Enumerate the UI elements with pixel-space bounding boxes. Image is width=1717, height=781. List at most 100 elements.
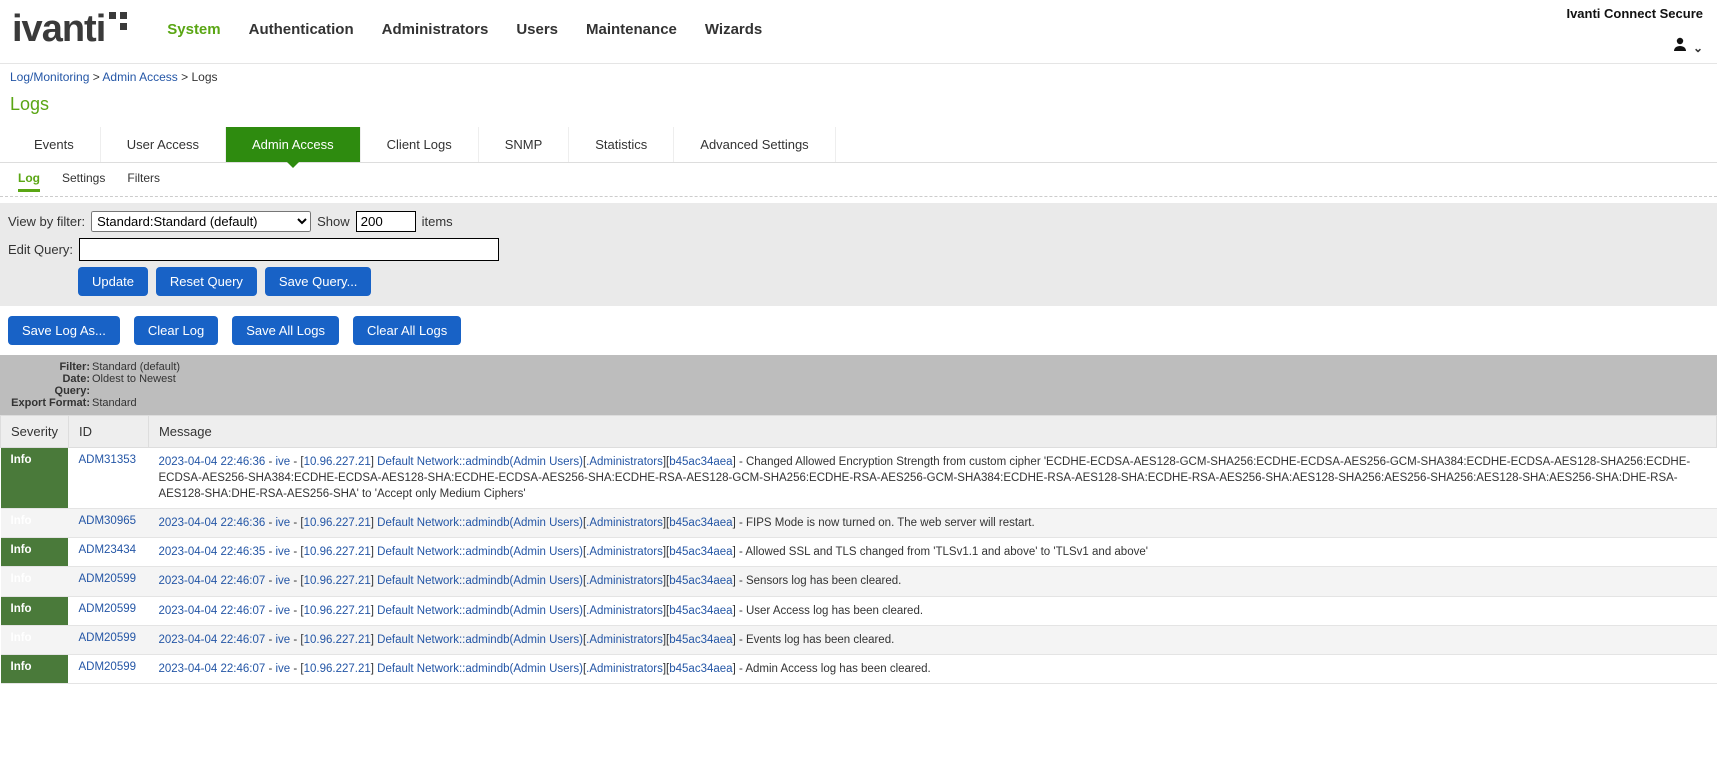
subtab-settings[interactable]: Settings xyxy=(62,171,105,192)
log-network-link[interactable]: Default Network::admindb(Admin Users) xyxy=(377,663,583,675)
log-ip-link[interactable]: 10.96.227.21 xyxy=(304,634,371,646)
log-network-link[interactable]: Default Network::admindb(Admin Users) xyxy=(377,605,583,617)
log-ip-link[interactable]: 10.96.227.21 xyxy=(304,456,371,468)
log-id-link[interactable]: ADM20599 xyxy=(78,632,136,644)
tab-admin-access[interactable]: Admin Access xyxy=(226,127,361,162)
query-input[interactable] xyxy=(79,238,499,261)
meta-date-value: Oldest to Newest xyxy=(92,373,176,385)
log-timestamp-link[interactable]: 2023-04-04 22:46:07 xyxy=(158,605,265,617)
meta-date-label: Date: xyxy=(10,373,92,385)
log-session-link[interactable]: b45ac34aea xyxy=(669,663,732,675)
log-id-link[interactable]: ADM31353 xyxy=(78,454,136,466)
log-session-link[interactable]: b45ac34aea xyxy=(669,517,732,529)
tab-snmp[interactable]: SNMP xyxy=(479,127,570,162)
log-admins-link[interactable]: .Administrators xyxy=(586,634,663,646)
topnav-item-users[interactable]: Users xyxy=(516,21,558,38)
breadcrumb-link-1[interactable]: Log/Monitoring xyxy=(10,70,89,84)
message-cell: 2023-04-04 22:46:07 - ive - [10.96.227.2… xyxy=(148,567,1716,596)
save-all-logs-button[interactable]: Save All Logs xyxy=(232,316,339,345)
filter-panel: View by filter: Standard:Standard (defau… xyxy=(0,203,1717,306)
topnav-item-wizards[interactable]: Wizards xyxy=(705,21,762,38)
meta-panel: Filter:Standard (default) Date:Oldest to… xyxy=(0,355,1717,415)
edit-query-label: Edit Query: xyxy=(8,242,73,257)
subtab-log[interactable]: Log xyxy=(18,171,40,192)
severity-cell: Info xyxy=(1,567,69,596)
breadcrumb-link-2[interactable]: Admin Access xyxy=(102,70,177,84)
log-ip-link[interactable]: 10.96.227.21 xyxy=(304,517,371,529)
table-row: InfoADM205992023-04-04 22:46:07 - ive - … xyxy=(1,625,1717,654)
filter-select[interactable]: Standard:Standard (default) xyxy=(91,211,311,232)
tab-events[interactable]: Events xyxy=(8,127,101,162)
log-ip-link[interactable]: 10.96.227.21 xyxy=(304,663,371,675)
topnav-item-administrators[interactable]: Administrators xyxy=(382,21,489,38)
log-id-link[interactable]: ADM23434 xyxy=(78,544,136,556)
log-admins-link[interactable]: .Administrators xyxy=(586,517,663,529)
log-session-link[interactable]: b45ac34aea xyxy=(669,605,732,617)
log-network-link[interactable]: Default Network::admindb(Admin Users) xyxy=(377,517,583,529)
save-query-button[interactable]: Save Query... xyxy=(265,267,372,296)
log-admins-link[interactable]: .Administrators xyxy=(586,456,663,468)
log-timestamp-link[interactable]: 2023-04-04 22:46:07 xyxy=(158,663,265,675)
log-admins-link[interactable]: .Administrators xyxy=(586,546,663,558)
log-id-link[interactable]: ADM30965 xyxy=(78,515,136,527)
message-cell: 2023-04-04 22:46:36 - ive - [10.96.227.2… xyxy=(148,448,1716,509)
log-ip-link[interactable]: 10.96.227.21 xyxy=(304,605,371,617)
log-network-link[interactable]: Default Network::admindb(Admin Users) xyxy=(377,575,583,587)
log-session-link[interactable]: b45ac34aea xyxy=(669,634,732,646)
table-row: InfoADM313532023-04-04 22:46:36 - ive - … xyxy=(1,448,1717,509)
user-menu[interactable]: ⌄ xyxy=(1672,36,1703,57)
clear-log-button[interactable]: Clear Log xyxy=(134,316,218,345)
show-items-input[interactable] xyxy=(356,211,416,232)
severity-cell: Info xyxy=(1,625,69,654)
col-id[interactable]: ID xyxy=(68,416,148,448)
log-host-link[interactable]: ive xyxy=(276,456,291,468)
log-timestamp-link[interactable]: 2023-04-04 22:46:07 xyxy=(158,634,265,646)
col-severity[interactable]: Severity xyxy=(1,416,69,448)
log-network-link[interactable]: Default Network::admindb(Admin Users) xyxy=(377,546,583,558)
log-id-link[interactable]: ADM20599 xyxy=(78,603,136,615)
log-session-link[interactable]: b45ac34aea xyxy=(669,546,732,558)
meta-filter-value: Standard (default) xyxy=(92,361,180,373)
topnav-item-authentication[interactable]: Authentication xyxy=(249,21,354,38)
log-timestamp-link[interactable]: 2023-04-04 22:46:35 xyxy=(158,546,265,558)
log-ip-link[interactable]: 10.96.227.21 xyxy=(304,575,371,587)
log-host-link[interactable]: ive xyxy=(276,663,291,675)
log-admins-link[interactable]: .Administrators xyxy=(586,663,663,675)
log-host-link[interactable]: ive xyxy=(276,546,291,558)
message-cell: 2023-04-04 22:46:36 - ive - [10.96.227.2… xyxy=(148,509,1716,538)
col-message[interactable]: Message xyxy=(148,416,1716,448)
log-id-link[interactable]: ADM20599 xyxy=(78,661,136,673)
log-timestamp-link[interactable]: 2023-04-04 22:46:07 xyxy=(158,575,265,587)
tab-advanced-settings[interactable]: Advanced Settings xyxy=(674,127,835,162)
update-button[interactable]: Update xyxy=(78,267,148,296)
table-row: Info ADM20599 2023-04-04 22:46:07 - ive - … xyxy=(1,567,1717,596)
log-host-link[interactable]: ive xyxy=(276,575,291,587)
log-network-link[interactable]: Default Network::admindb(Admin Users) xyxy=(377,634,583,646)
topnav-item-system[interactable]: System xyxy=(167,21,220,38)
log-timestamp-link[interactable]: 2023-04-04 22:46:36 xyxy=(158,456,265,468)
breadcrumb: Log/Monitoring > Admin Access > Logs xyxy=(0,64,1717,90)
log-host-link[interactable]: ive xyxy=(276,517,291,529)
log-admins-link[interactable]: .Administrators xyxy=(586,605,663,617)
id-cell: ADM20599 xyxy=(68,654,148,683)
log-host-link[interactable]: ive xyxy=(276,634,291,646)
tab-client-logs[interactable]: Client Logs xyxy=(361,127,479,162)
tab-user-access[interactable]: User Access xyxy=(101,127,226,162)
clear-all-logs-button[interactable]: Clear All Logs xyxy=(353,316,461,345)
severity-cell: Info xyxy=(1,596,69,625)
log-ip-link[interactable]: 10.96.227.21 xyxy=(304,546,371,558)
id-cell: ADM20599 xyxy=(68,596,148,625)
log-timestamp-link[interactable]: 2023-04-04 22:46:36 xyxy=(158,517,265,529)
severity-cell: Info xyxy=(1,538,69,567)
subtab-filters[interactable]: Filters xyxy=(127,171,160,192)
log-id-link[interactable]: ADM20599 xyxy=(78,573,136,585)
log-session-link[interactable]: b45ac34aea xyxy=(669,456,732,468)
reset-query-button[interactable]: Reset Query xyxy=(156,267,257,296)
tab-statistics[interactable]: Statistics xyxy=(569,127,674,162)
log-host-link[interactable]: ive xyxy=(276,605,291,617)
log-session-link[interactable]: b45ac34aea xyxy=(669,575,732,587)
log-network-link[interactable]: Default Network::admindb(Admin Users) xyxy=(377,456,583,468)
topnav-item-maintenance[interactable]: Maintenance xyxy=(586,21,677,38)
save-log-as-button[interactable]: Save Log As... xyxy=(8,316,120,345)
log-admins-link[interactable]: .Administrators xyxy=(586,575,663,587)
